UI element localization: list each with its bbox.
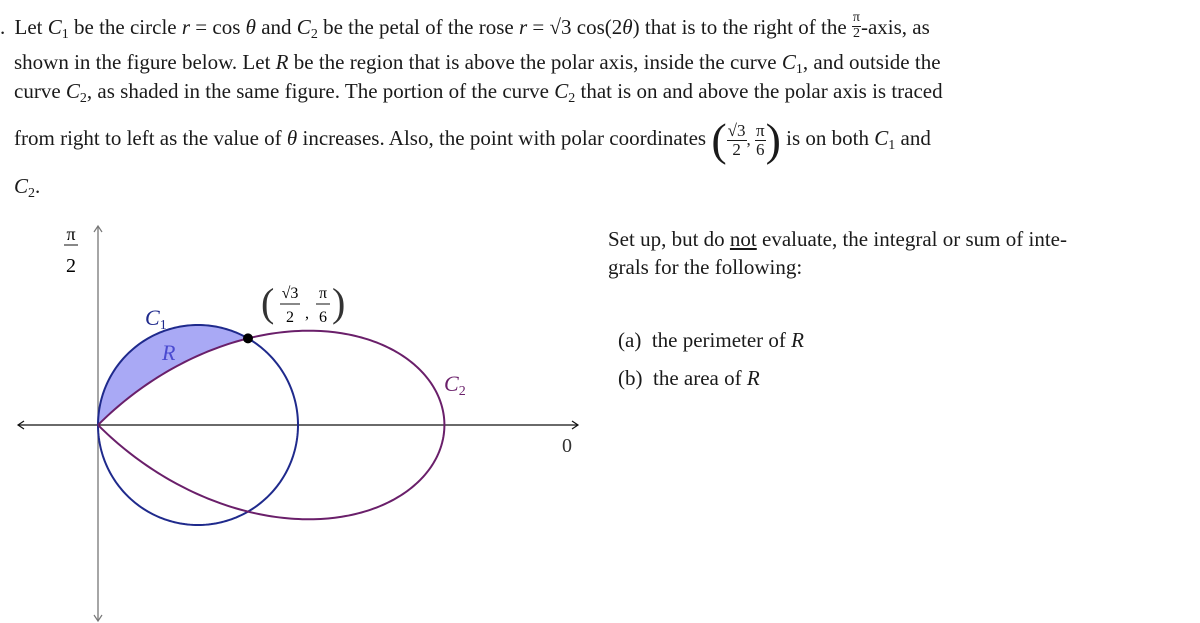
point-label-t-num: π <box>319 285 327 302</box>
point-label-comma: , <box>305 305 309 322</box>
c2-label: C2 <box>444 371 466 399</box>
point-label-left-paren: ( <box>261 280 274 325</box>
point-label: ( √3 2 , π 6 ) <box>261 280 345 326</box>
point-label-r-den: 2 <box>286 309 294 326</box>
intersection-point <box>242 333 253 344</box>
polar-figure: π 2 0 C1 R C2 ( √3 2 , π 6 ) <box>16 224 580 623</box>
c1-label: C1 <box>145 305 167 333</box>
point-label-t-den: 6 <box>319 309 327 326</box>
axis-label-pi: π <box>66 224 75 244</box>
axis-label-zero: 0 <box>562 435 572 457</box>
point-label-right-paren: ) <box>332 280 345 325</box>
point-label-r-num: √3 <box>282 285 299 302</box>
region-r-label: R <box>161 340 176 365</box>
axis-label-2: 2 <box>66 255 76 277</box>
